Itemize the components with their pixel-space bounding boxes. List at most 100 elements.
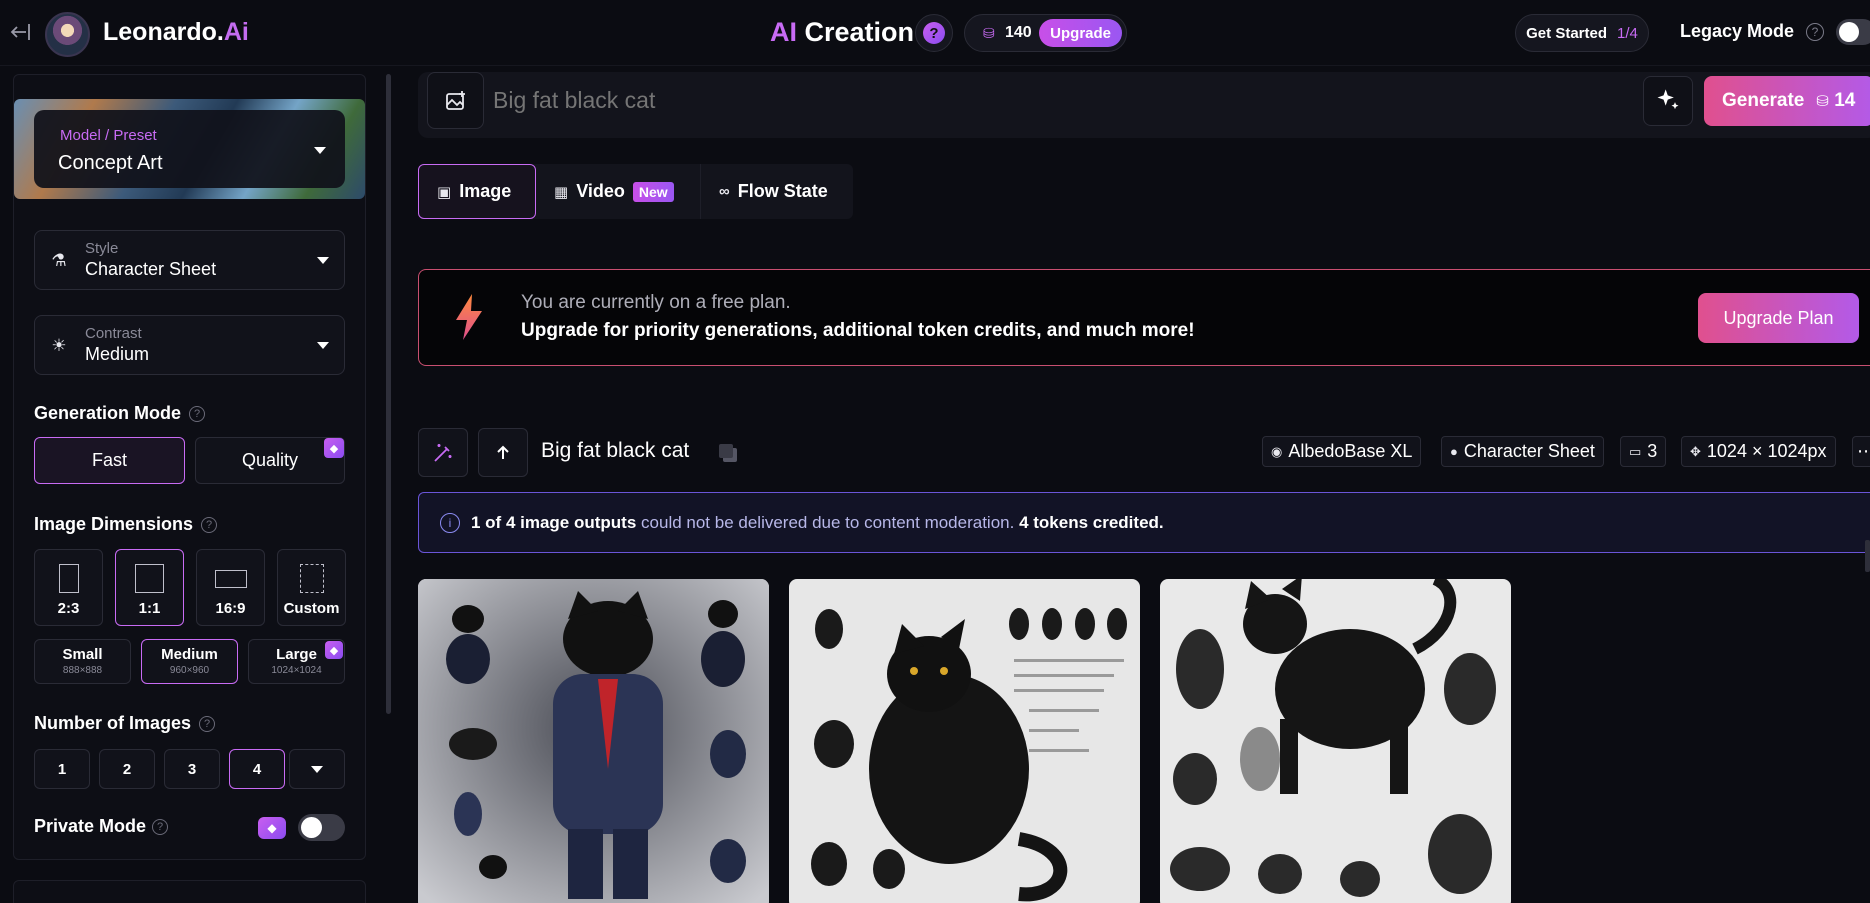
count-chip: ▭ 3 [1620, 436, 1667, 467]
new-badge: New [632, 181, 674, 202]
tab-image[interactable]: ▣ Image [418, 164, 536, 219]
model-preset-select[interactable] [34, 110, 345, 188]
sidebar-scrollbar[interactable] [386, 74, 391, 714]
chevron-down-icon [311, 765, 323, 773]
flask-icon: ⚗ [51, 251, 67, 270]
cat-character-sheet-image [418, 579, 769, 903]
landscape-shape-icon [215, 570, 247, 588]
lightning-bolt-icon [456, 294, 482, 340]
reuse-prompt-button[interactable] [418, 428, 468, 477]
chevron-down-icon [317, 342, 329, 349]
image-dimensions-title: Image Dimensions? [34, 514, 218, 535]
page-title: AI Creation [770, 17, 915, 47]
upgrade-button[interactable]: Upgrade [1039, 19, 1122, 47]
legacy-mode-toggle[interactable] [1836, 19, 1870, 45]
sparkle-icon [1657, 89, 1679, 110]
token-coin-icon: ⛁ [1816, 93, 1829, 110]
moderation-notice-text: 1 of 4 image outputs could not be delive… [471, 513, 1164, 532]
num-images-more-button[interactable] [289, 749, 345, 789]
private-mode-title: Private Mode? [34, 816, 169, 837]
model-avatar-icon: ◉ [1271, 443, 1283, 459]
sun-icon: ☀ [51, 336, 67, 355]
generated-image-1[interactable] [418, 579, 769, 903]
arrow-up-icon [497, 445, 509, 459]
images-icon: ▭ [1629, 443, 1642, 459]
upgrade-plan-button[interactable]: Upgrade Plan [1698, 293, 1859, 343]
num-images-4-button[interactable]: 4 [229, 749, 285, 789]
video-icon: ▦ [554, 183, 569, 201]
image-prompt-button[interactable] [427, 72, 484, 129]
premium-gem-icon: ◆ [258, 817, 286, 839]
banner-text-secondary: Upgrade for priority generations, additi… [521, 320, 1195, 341]
free-plan-banner [418, 269, 1870, 366]
help-button[interactable]: ? [915, 14, 953, 52]
prompt-enhance-button[interactable] [1643, 76, 1693, 126]
mode-quality-button[interactable]: Quality [195, 437, 345, 484]
user-avatar[interactable] [45, 12, 90, 57]
copy-icon[interactable] [716, 441, 740, 465]
token-coin-icon: ⛁ [983, 25, 995, 41]
creation-tabs: ▣ Image ▦ Video New ∞ Flow State [418, 164, 853, 219]
cat-reference-sheet-image [789, 579, 1140, 903]
image-icon: ▣ [437, 183, 452, 201]
token-count: 140 [1005, 24, 1032, 41]
portrait-shape-icon [59, 564, 79, 593]
banner-text-primary: You are currently on a free plan. [521, 292, 791, 313]
ratio-custom-button[interactable]: Custom [277, 549, 346, 626]
add-image-icon [445, 90, 465, 110]
tab-video[interactable]: ▦ Video New [536, 164, 701, 219]
size-small-button[interactable]: Small 888×888 [34, 639, 131, 684]
magic-wand-icon [434, 443, 452, 462]
question-icon: ? [923, 22, 945, 44]
infinity-icon: ∞ [719, 183, 730, 200]
main-scrollbar[interactable] [1865, 540, 1870, 572]
cat-poses-image [1160, 579, 1511, 903]
custom-shape-icon [300, 564, 324, 593]
help-icon[interactable]: ? [201, 517, 218, 533]
style-select[interactable]: ⚗ Style Character Sheet [34, 230, 345, 290]
generated-image-3[interactable] [1160, 579, 1511, 903]
generate-button[interactable]: Generate ⛁ 14 [1704, 76, 1870, 126]
contrast-select[interactable]: ☀ Contrast Medium [34, 315, 345, 375]
get-started-button[interactable]: Get Started 1/4 [1515, 14, 1649, 52]
preset-value: Concept Art [58, 152, 163, 174]
upload-button[interactable] [478, 428, 528, 477]
premium-gem-icon: ◆ [324, 438, 344, 458]
info-icon: i [440, 513, 460, 533]
tab-flow-state[interactable]: ∞ Flow State [701, 164, 846, 219]
legacy-mode-label: Legacy Mode [1680, 21, 1795, 41]
num-images-3-button[interactable]: 3 [164, 749, 220, 789]
move-arrows-icon: ✥ [1690, 443, 1701, 459]
style-chip: ● Character Sheet [1441, 436, 1604, 467]
mode-fast-button[interactable]: Fast [34, 437, 185, 484]
generation-prompt-text: Big fat black cat [541, 439, 690, 462]
more-options-button[interactable]: ⋯ [1852, 436, 1870, 467]
model-chip: ◉ AlbedoBase XL [1262, 436, 1422, 467]
brand-logo[interactable]: Leonardo.Ai [103, 18, 249, 47]
sidebar-next-panel [13, 880, 366, 903]
ratio-2-3-button[interactable]: 2:3 [34, 549, 103, 626]
chevron-down-icon [314, 147, 326, 154]
prompt-input[interactable] [493, 87, 1293, 114]
square-shape-icon [135, 564, 164, 593]
legacy-help-icon[interactable]: ? [1806, 23, 1824, 41]
num-images-2-button[interactable]: 2 [99, 749, 155, 789]
collapse-sidebar-icon[interactable] [8, 20, 32, 44]
help-icon[interactable]: ? [189, 406, 206, 422]
chevron-down-icon [317, 257, 329, 264]
ratio-16-9-button[interactable]: 16:9 [196, 549, 265, 626]
token-balance: ⛁ 140 Upgrade [964, 14, 1127, 52]
size-medium-button[interactable]: Medium 960×960 [141, 639, 238, 684]
generation-mode-title: Generation Mode? [34, 403, 206, 424]
ratio-1-1-button[interactable]: 1:1 [115, 549, 184, 626]
drop-icon: ● [1450, 444, 1458, 459]
num-images-1-button[interactable]: 1 [34, 749, 90, 789]
number-of-images-title: Number of Images? [34, 713, 216, 734]
generated-image-2[interactable] [789, 579, 1140, 903]
help-icon[interactable]: ? [152, 819, 169, 835]
premium-gem-icon: ◆ [325, 641, 343, 659]
private-mode-toggle[interactable] [298, 814, 345, 841]
preset-label: Model / Preset [60, 127, 157, 144]
help-icon[interactable]: ? [199, 716, 216, 732]
dimensions-chip: ✥ 1024 × 1024px [1681, 436, 1836, 467]
